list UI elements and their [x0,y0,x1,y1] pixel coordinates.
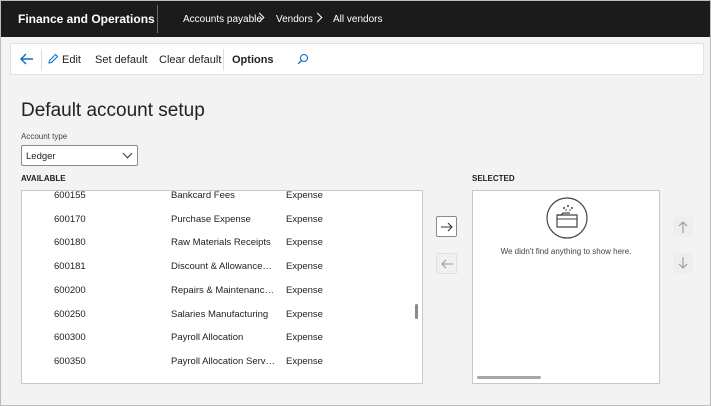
account-name: Salaries Manufacturing [171,308,269,320]
account-type-label: Account type [21,132,68,141]
account-type: Expense [286,284,323,296]
chevron-right-icon [312,12,323,23]
arrow-right-icon [441,222,453,232]
app-window: Finance and Operations Accounts payable … [0,0,711,406]
account-code: 600180 [54,237,86,249]
account-code: 600250 [54,308,86,320]
list-item[interactable]: 600250 Salaries Manufacturing Expense [22,309,412,333]
empty-folder-icon [546,197,588,239]
arrow-up-icon [678,221,688,233]
account-code: 600300 [54,332,86,344]
list-item[interactable]: 600180 Raw Materials Receipts Expense [22,237,412,261]
back-arrow-icon[interactable] [19,52,35,66]
breadcrumb-accounts-payable[interactable]: Accounts payable [183,14,262,25]
empty-state-message: We didn't find anything to show here. [500,247,632,256]
list-item[interactable]: 600181 Discount & Allowance… Expense [22,261,412,285]
action-pane: Edit Set default Clear default Options [10,43,704,75]
account-type: Expense [286,190,323,201]
search-icon[interactable] [297,53,309,65]
account-name: Raw Materials Receipts [171,237,271,249]
action-divider [223,49,224,71]
chevron-down-icon [122,148,133,159]
account-type-value: Ledger [26,151,56,162]
account-type: Expense [286,261,323,273]
arrow-left-icon [441,259,453,269]
breadcrumb-vendors[interactable]: Vendors [276,14,313,25]
options-tab[interactable]: Options [232,54,274,66]
edit-button[interactable]: Edit [62,54,81,66]
available-label: AVAILABLE [21,174,66,183]
account-name: Payroll Allocation [171,332,244,344]
account-type-select[interactable]: Ledger [21,145,138,166]
horizontal-scrollbar[interactable] [477,376,541,379]
account-code: 600170 [54,213,86,225]
account-code: 600155 [54,190,86,201]
account-type: Expense [286,237,323,249]
list-item[interactable]: 600300 Payroll Allocation Expense [22,332,412,356]
list-item[interactable]: 600155 Bankcard Fees Expense [22,190,412,214]
list-item[interactable]: 600170 Purchase Expense Expense [22,214,412,238]
clear-default-button[interactable]: Clear default [159,54,221,66]
account-type: Expense [286,355,323,367]
page-title: Default account setup [21,100,205,121]
list-item[interactable]: 600350 Payroll Allocation Serv… Expense [22,356,412,380]
account-type: Expense [286,332,323,344]
list-item[interactable]: 600200 Repairs & Maintenanc… Expense [22,285,412,309]
set-default-button[interactable]: Set default [95,54,148,66]
move-down-button[interactable] [673,253,693,273]
available-list[interactable]: 600155 Bankcard Fees Expense 600170 Purc… [21,190,423,384]
account-type: Expense [286,213,323,225]
topbar-divider [157,5,158,33]
move-up-button[interactable] [673,217,693,237]
selected-label: SELECTED [472,174,515,183]
account-name: Bankcard Fees [171,190,235,201]
arrow-down-icon [678,257,688,269]
account-name: Payroll Allocation Serv… [171,355,276,367]
action-divider [41,49,42,71]
account-name: Discount & Allowance… [171,261,272,273]
account-type: Expense [286,308,323,320]
account-name: Repairs & Maintenanc… [171,284,274,296]
top-navigation-bar: Finance and Operations Accounts payable … [1,1,710,37]
add-to-selected-button[interactable] [436,216,457,237]
pencil-icon [48,53,59,64]
selected-list[interactable]: We didn't find anything to show here. [472,190,660,384]
remove-from-selected-button[interactable] [436,253,457,274]
account-code: 600350 [54,355,86,367]
account-name: Purchase Expense [171,213,251,225]
account-code: 600181 [54,261,86,273]
account-code: 600200 [54,284,86,296]
vertical-scrollbar[interactable] [415,304,418,319]
breadcrumb-all-vendors[interactable]: All vendors [333,14,382,25]
app-title[interactable]: Finance and Operations [18,12,155,26]
